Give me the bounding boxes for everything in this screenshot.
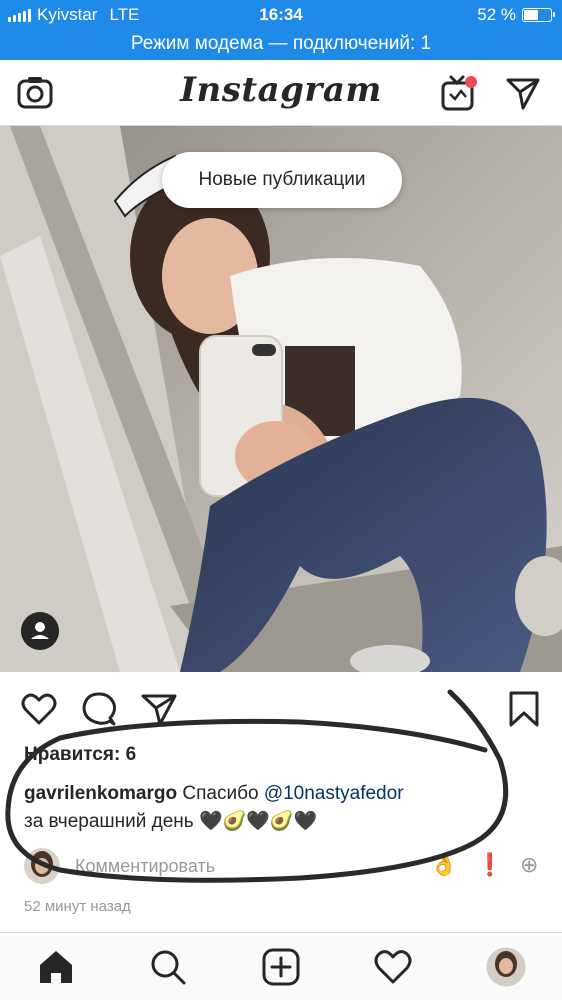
home-icon[interactable]	[36, 947, 76, 987]
share-icon[interactable]	[140, 690, 178, 728]
ok-hand-reaction[interactable]: 👌	[430, 852, 457, 878]
commenter-avatar	[24, 848, 60, 884]
igtv-icon[interactable]	[440, 74, 478, 112]
activity-heart-icon[interactable]	[373, 947, 413, 987]
hotspot-banner[interactable]: Режим модема — подключений: 1	[0, 30, 562, 60]
comment-icon[interactable]	[80, 690, 118, 728]
caption-mention[interactable]: @10nastyafedor	[264, 783, 404, 804]
notification-badge	[465, 76, 477, 88]
status-right: 52 %	[477, 5, 555, 25]
caption-username[interactable]: gavrilenkomargo	[24, 783, 177, 804]
like-count[interactable]: Нравится: 6	[24, 744, 136, 766]
search-icon[interactable]	[148, 947, 188, 987]
new-posts-pill[interactable]: Новые публикации	[162, 152, 402, 208]
post-caption: gavrilenkomargo Спасибо @10nastyafedor з…	[24, 780, 544, 836]
battery-percent: 52 %	[477, 5, 516, 24]
user-tag-icon[interactable]	[21, 612, 59, 650]
bottom-tab-bar	[0, 932, 562, 1000]
add-comment-row: Комментировать 👌 ❗ ⊕	[0, 846, 562, 886]
direct-icon[interactable]	[504, 74, 542, 112]
caption-line2: за вчерашний день 🖤🥑🖤🥑🖤	[24, 811, 318, 832]
app-header: Instagram	[0, 60, 562, 126]
comment-input[interactable]: Комментировать	[75, 856, 215, 877]
status-bar: Kyivstar LTE 16:34 52 %	[0, 0, 562, 30]
post-actions	[0, 672, 562, 742]
profile-avatar[interactable]	[486, 947, 526, 987]
add-reaction-icon[interactable]: ⊕	[520, 852, 538, 878]
exclamation-reaction[interactable]: ❗	[476, 852, 503, 878]
battery-icon	[522, 8, 555, 22]
save-bookmark-icon[interactable]	[505, 690, 543, 728]
like-icon[interactable]	[20, 690, 58, 728]
new-post-icon[interactable]	[261, 947, 301, 987]
post-timestamp: 52 минут назад	[24, 898, 131, 915]
caption-text: Спасибо	[177, 783, 264, 804]
